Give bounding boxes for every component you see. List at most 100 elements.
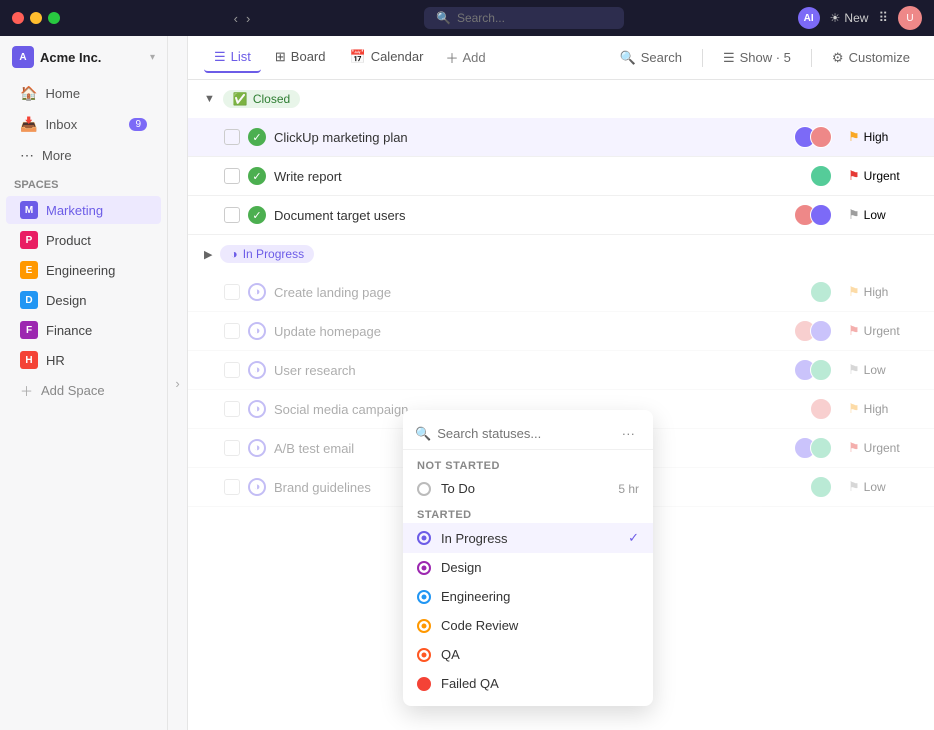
task-status-closed-icon[interactable]: ✓ [248,128,266,146]
show-action[interactable]: ☰ Show · 5 [715,46,799,70]
task-status-inprogress-icon[interactable]: ◑ [248,478,266,496]
new-button[interactable]: ☀ New [830,11,869,25]
add-space-button[interactable]: ＋ Add Space [6,376,161,405]
engineering-space-label: Engineering [46,263,115,278]
inprogress-section-header[interactable]: ▶ ◑ In Progress [188,235,934,273]
status-option-codereview[interactable]: Code Review [403,611,653,640]
avatar [810,398,832,420]
task-avatars [794,437,832,459]
status-option-inprogress[interactable]: In Progress ✓ [403,523,653,553]
search-action[interactable]: 🔍 Search [612,46,690,70]
priority-label: High [864,285,889,299]
global-search-input[interactable] [457,11,612,25]
plus-icon: ＋ [445,48,458,67]
task-priority: ⚑ Low [848,207,918,223]
tab-board[interactable]: ⊞ Board [265,43,336,73]
minimize-window-button[interactable] [30,12,42,24]
task-status-inprogress-icon[interactable]: ◑ [248,400,266,418]
status-option-failedqa[interactable]: Failed QA [403,669,653,698]
sidebar-item-marketing[interactable]: M Marketing [6,196,161,224]
forward-button[interactable]: › [246,11,250,26]
task-row[interactable]: ◑ Update homepage ⚑ Urgent [188,312,934,351]
task-status-inprogress-icon[interactable]: ◑ [248,361,266,379]
status-option-engineering[interactable]: Engineering [403,582,653,611]
task-status-inprogress-icon[interactable]: ◑ [248,283,266,301]
inbox-badge: 9 [129,118,147,131]
close-window-button[interactable] [12,12,24,24]
search-icon: 🔍 [620,50,636,66]
sidebar-item-product[interactable]: P Product [6,226,161,254]
task-checkbox[interactable] [224,168,240,184]
task-row[interactable]: ⠿ ✓ ClickUp marketing plan ⚑ High [188,118,934,157]
sidebar-item-engineering[interactable]: E Engineering [6,256,161,284]
status-search-input[interactable] [437,426,609,441]
task-checkbox[interactable] [224,440,240,456]
task-checkbox[interactable] [224,284,240,300]
task-avatars [810,281,832,303]
closed-section-label: Closed [253,92,290,106]
task-name: Document target users [274,208,794,223]
customize-action[interactable]: ⚙ Customize [824,46,918,70]
closed-section-arrow: ▼ [204,93,215,105]
dropdown-more-button[interactable]: ··· [616,424,641,443]
task-status-closed-icon[interactable]: ✓ [248,167,266,185]
sidebar-item-home[interactable]: 🏠 Home [6,79,161,108]
task-row[interactable]: ✓ Document target users ⚑ Low [188,196,934,235]
back-button[interactable]: ‹ [234,11,238,26]
sidebar-item-more[interactable]: ⋯ More [6,141,161,170]
task-checkbox[interactable] [224,207,240,223]
status-option-design[interactable]: Design [403,553,653,582]
user-avatar[interactable]: U [898,6,922,30]
inbox-label: Inbox [45,117,77,132]
task-status-inprogress-icon[interactable]: ◑ [248,439,266,457]
global-search[interactable]: 🔍 [424,7,624,29]
task-row[interactable]: ◑ User research ⚑ Low [188,351,934,390]
task-checkbox[interactable] [224,401,240,417]
board-icon: ⊞ [275,49,286,65]
qa-status-dot [417,648,431,662]
tab-list-label: List [231,49,251,64]
not-started-section-label: NOT STARTED [403,454,653,474]
task-avatars [810,165,832,187]
closed-section-header[interactable]: ▼ ✅ Closed [188,80,934,118]
maximize-window-button[interactable] [48,12,60,24]
priority-label: Urgent [864,169,900,183]
failedqa-status-dot [417,677,431,691]
task-row[interactable]: ◑ Create landing page ⚑ High [188,273,934,312]
sidebar-item-hr[interactable]: H HR [6,346,161,374]
add-view-button[interactable]: ＋ Add [437,42,493,73]
tab-list[interactable]: ☰ List [204,43,261,73]
customize-label: Customize [849,50,910,65]
workspace-header[interactable]: A Acme Inc. ▾ [0,36,167,78]
qa-label: QA [441,647,460,662]
sidebar: A Acme Inc. ▾ 🏠 Home 📥 Inbox 9 ⋯ More Sp… [0,36,168,730]
sidebar-toggle[interactable]: › [168,36,188,730]
status-option-qa[interactable]: QA [403,640,653,669]
sidebar-item-inbox[interactable]: 📥 Inbox 9 [6,110,161,139]
tab-calendar[interactable]: 📅 Calendar [340,43,434,73]
marketing-space-label: Marketing [46,203,103,218]
product-space-icon: P [20,231,38,249]
task-priority: ⚑ Urgent [848,440,918,456]
sidebar-item-finance[interactable]: F Finance [6,316,161,344]
task-row[interactable]: ✓ Write report ⚑ Urgent [188,157,934,196]
show-icon: ☰ [723,50,735,66]
list-icon: ☰ [214,49,226,65]
task-status-closed-icon[interactable]: ✓ [248,206,266,224]
status-option-todo[interactable]: To Do 5 hr [403,474,653,503]
add-space-icon: ＋ [20,381,33,400]
sidebar-item-design[interactable]: D Design [6,286,161,314]
task-checkbox[interactable] [224,323,240,339]
list-content: ▼ ✅ Closed ⠿ ✓ ClickUp marketing plan ⚑ [188,80,934,730]
content-area: ☰ List ⊞ Board 📅 Calendar ＋ Add � [188,36,934,730]
task-status-inprogress-icon[interactable]: ◑ [248,322,266,340]
ai-badge[interactable]: AI [798,7,820,29]
status-dropdown[interactable]: 🔍 ··· NOT STARTED To Do 5 hr STARTED In … [403,410,653,706]
task-checkbox[interactable] [224,362,240,378]
apps-icon[interactable]: ⠿ [878,10,888,26]
task-checkbox[interactable] [224,479,240,495]
titlebar-nav: ‹ › [234,11,251,26]
task-name: ClickUp marketing plan [274,130,794,145]
task-checkbox[interactable] [224,129,240,145]
task-priority: ⚑ High [848,129,918,145]
